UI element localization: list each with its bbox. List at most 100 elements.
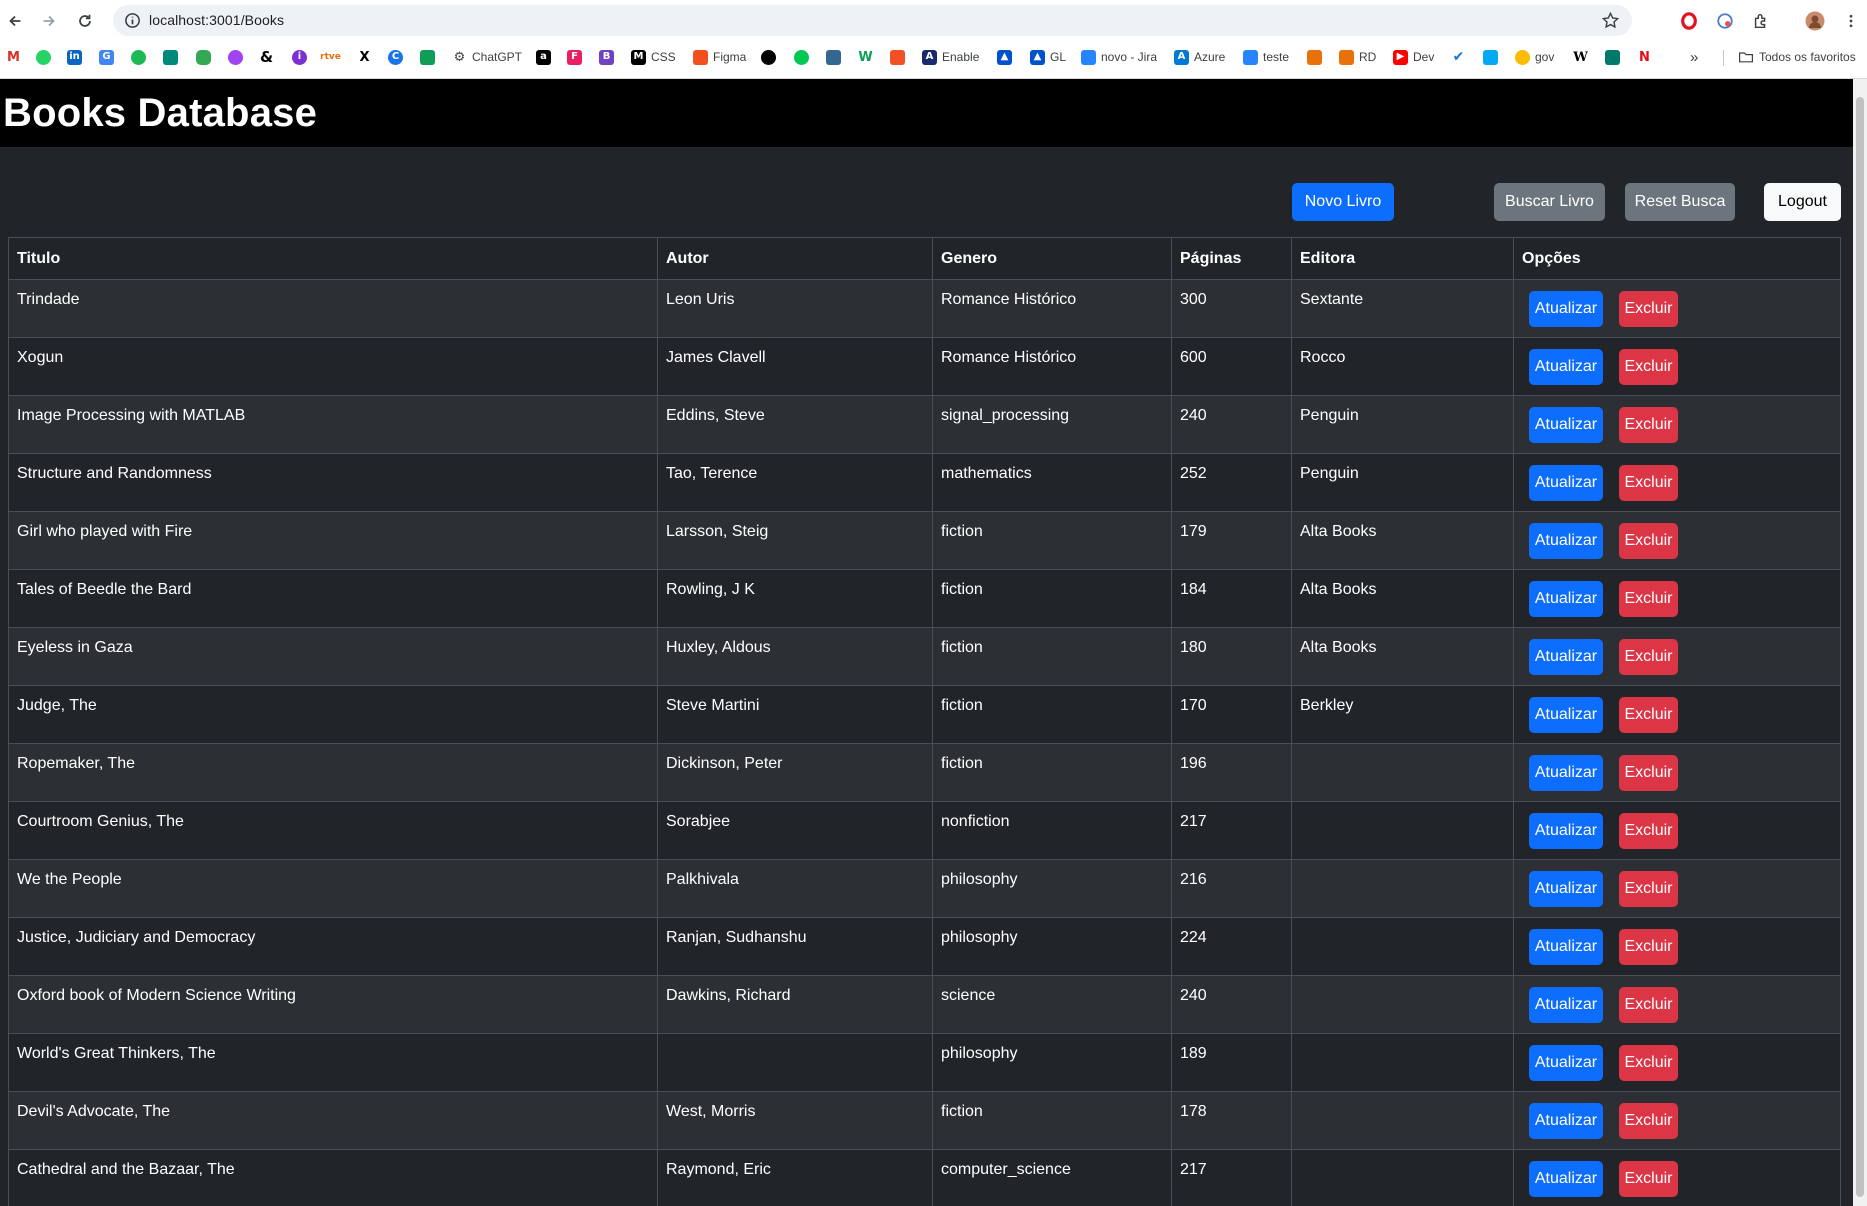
delete-button[interactable]: Excluir bbox=[1619, 987, 1678, 1023]
update-button[interactable]: Atualizar bbox=[1529, 755, 1603, 791]
linkedin-bookmark[interactable]: in bbox=[67, 48, 82, 66]
azure-icon: A bbox=[1174, 49, 1189, 65]
cell-author: Palkhivala bbox=[657, 859, 933, 918]
update-button[interactable]: Atualizar bbox=[1529, 1045, 1603, 1081]
update-button[interactable]: Atualizar bbox=[1529, 349, 1603, 385]
gmail-bookmark[interactable]: M bbox=[6, 48, 21, 66]
delete-button[interactable]: Excluir bbox=[1619, 407, 1678, 443]
ampersand-bookmark[interactable]: & bbox=[259, 48, 274, 66]
meet-bookmark[interactable] bbox=[163, 48, 178, 66]
page-scrollbar[interactable] bbox=[1853, 79, 1867, 1206]
delete-button[interactable]: Excluir bbox=[1619, 639, 1678, 675]
back-button[interactable] bbox=[3, 9, 27, 33]
bookmark-w-green[interactable]: W bbox=[858, 48, 873, 66]
azure-bookmark[interactable]: A Azure bbox=[1174, 48, 1225, 66]
bookmark-teal[interactable] bbox=[1605, 48, 1620, 66]
rd-bookmark[interactable]: RD bbox=[1339, 48, 1376, 66]
delete-button[interactable]: Excluir bbox=[1619, 755, 1678, 791]
update-button[interactable]: Atualizar bbox=[1529, 813, 1603, 849]
gov-bookmark[interactable]: gov bbox=[1515, 48, 1554, 66]
gl-bookmark[interactable]: ▲ GL bbox=[1030, 48, 1066, 66]
bookmark-atlassian[interactable]: ▲ bbox=[997, 48, 1012, 66]
apps-bookmark[interactable] bbox=[196, 48, 211, 66]
rtve-bookmark[interactable]: rtve bbox=[320, 48, 341, 66]
github-bookmark[interactable] bbox=[761, 48, 776, 66]
search-book-button[interactable]: Buscar Livro bbox=[1494, 183, 1605, 221]
update-button[interactable]: Atualizar bbox=[1529, 465, 1603, 501]
x-bookmark[interactable]: X bbox=[357, 48, 372, 66]
update-button[interactable]: Atualizar bbox=[1529, 523, 1603, 559]
reset-search-button[interactable]: Reset Busca bbox=[1625, 183, 1735, 221]
delete-button[interactable]: Excluir bbox=[1619, 871, 1678, 907]
teste-bookmark[interactable]: teste bbox=[1243, 48, 1289, 66]
forward-button[interactable] bbox=[37, 9, 61, 33]
bookmark-green[interactable] bbox=[420, 48, 435, 66]
update-button[interactable]: Atualizar bbox=[1529, 407, 1603, 443]
css-bookmark[interactable]: M CSS bbox=[631, 48, 676, 66]
chatgpt-bookmark[interactable]: ⚙ ChatGPT bbox=[452, 48, 522, 66]
extension-icon[interactable] bbox=[1714, 10, 1736, 32]
translate-bookmark[interactable]: G bbox=[99, 48, 114, 66]
bookmark-violet[interactable]: i bbox=[292, 48, 307, 66]
wikipedia-bookmark[interactable]: W bbox=[1573, 48, 1588, 66]
cell-genre: fiction bbox=[932, 627, 1172, 686]
more-bookmarks-button[interactable]: » bbox=[1690, 48, 1698, 66]
delete-button[interactable]: Excluir bbox=[1619, 697, 1678, 733]
update-button[interactable]: Atualizar bbox=[1529, 1103, 1603, 1139]
bookmark-check[interactable]: ✔ bbox=[1451, 48, 1466, 66]
url-text[interactable]: localhost:3001/Books bbox=[149, 12, 284, 28]
whatsapp-bookmark[interactable] bbox=[36, 48, 51, 66]
bookmark-label: gov bbox=[1535, 50, 1555, 64]
address-bar[interactable]: localhost:3001/Books bbox=[113, 5, 1632, 36]
logout-button[interactable]: Logout bbox=[1764, 183, 1841, 221]
bookmark-blue-c[interactable]: C bbox=[388, 48, 403, 66]
opera-extension-icon[interactable] bbox=[1678, 10, 1700, 32]
update-button[interactable]: Atualizar bbox=[1529, 871, 1603, 907]
delete-button[interactable]: Excluir bbox=[1619, 523, 1678, 559]
netflix-bookmark[interactable]: N bbox=[1637, 48, 1652, 66]
bookmark-purple[interactable] bbox=[228, 48, 243, 66]
cell-pages: 189 bbox=[1171, 1033, 1292, 1092]
delete-button[interactable]: Excluir bbox=[1619, 813, 1678, 849]
update-button[interactable]: Atualizar bbox=[1529, 987, 1603, 1023]
menu-kebab-icon[interactable] bbox=[1840, 10, 1862, 32]
delete-button[interactable]: Excluir bbox=[1619, 581, 1678, 617]
bookmark-screen[interactable] bbox=[1483, 48, 1498, 66]
delete-button[interactable]: Excluir bbox=[1619, 929, 1678, 965]
delete-button[interactable]: Excluir bbox=[1619, 1045, 1678, 1081]
delete-button[interactable]: Excluir bbox=[1619, 291, 1678, 327]
delete-button[interactable]: Excluir bbox=[1619, 1103, 1678, 1139]
reload-button[interactable] bbox=[73, 9, 97, 33]
all-bookmarks-folder[interactable]: Todos os favoritos bbox=[1738, 48, 1856, 66]
update-button[interactable]: Atualizar bbox=[1529, 581, 1603, 617]
profile-avatar[interactable] bbox=[1804, 10, 1826, 32]
microsoft-bookmark[interactable] bbox=[890, 48, 905, 66]
spotify-bookmark[interactable] bbox=[131, 48, 146, 66]
update-button[interactable]: Atualizar bbox=[1529, 697, 1603, 733]
update-button[interactable]: Atualizar bbox=[1529, 639, 1603, 675]
cell-author: Sorabjee bbox=[657, 801, 933, 860]
new-book-button[interactable]: Novo Livro bbox=[1292, 183, 1394, 221]
extensions-puzzle-icon[interactable] bbox=[1750, 10, 1772, 32]
bookmark-db[interactable] bbox=[826, 48, 841, 66]
delete-button[interactable]: Excluir bbox=[1619, 465, 1678, 501]
bookmark-orange[interactable] bbox=[1307, 48, 1322, 66]
update-button[interactable]: Atualizar bbox=[1529, 291, 1603, 327]
site-info-icon[interactable] bbox=[123, 11, 142, 30]
bookmark-green-dot[interactable] bbox=[794, 48, 809, 66]
delete-button[interactable]: Excluir bbox=[1619, 349, 1678, 385]
dev-bookmark[interactable]: ▶ Dev bbox=[1393, 48, 1434, 66]
jira-bookmark[interactable]: novo - Jira bbox=[1081, 48, 1157, 66]
bookmark-star-icon[interactable] bbox=[1601, 11, 1620, 30]
slides-icon bbox=[1307, 49, 1322, 65]
books-table-container: Titulo Autor Genero Páginas Editora Opçõ… bbox=[8, 237, 1841, 1206]
update-button[interactable]: Atualizar bbox=[1529, 929, 1603, 965]
scrollbar-thumb[interactable] bbox=[1856, 97, 1864, 1197]
enable-bookmark[interactable]: A Enable bbox=[922, 48, 979, 66]
update-button[interactable]: Atualizar bbox=[1529, 1161, 1603, 1197]
delete-button[interactable]: Excluir bbox=[1619, 1161, 1678, 1197]
bookmark-b[interactable]: B bbox=[599, 48, 614, 66]
bookmark-red-f[interactable]: F bbox=[567, 48, 582, 66]
figma-bookmark[interactable]: Figma bbox=[693, 48, 746, 66]
amazon-bookmark[interactable]: a bbox=[536, 48, 551, 66]
